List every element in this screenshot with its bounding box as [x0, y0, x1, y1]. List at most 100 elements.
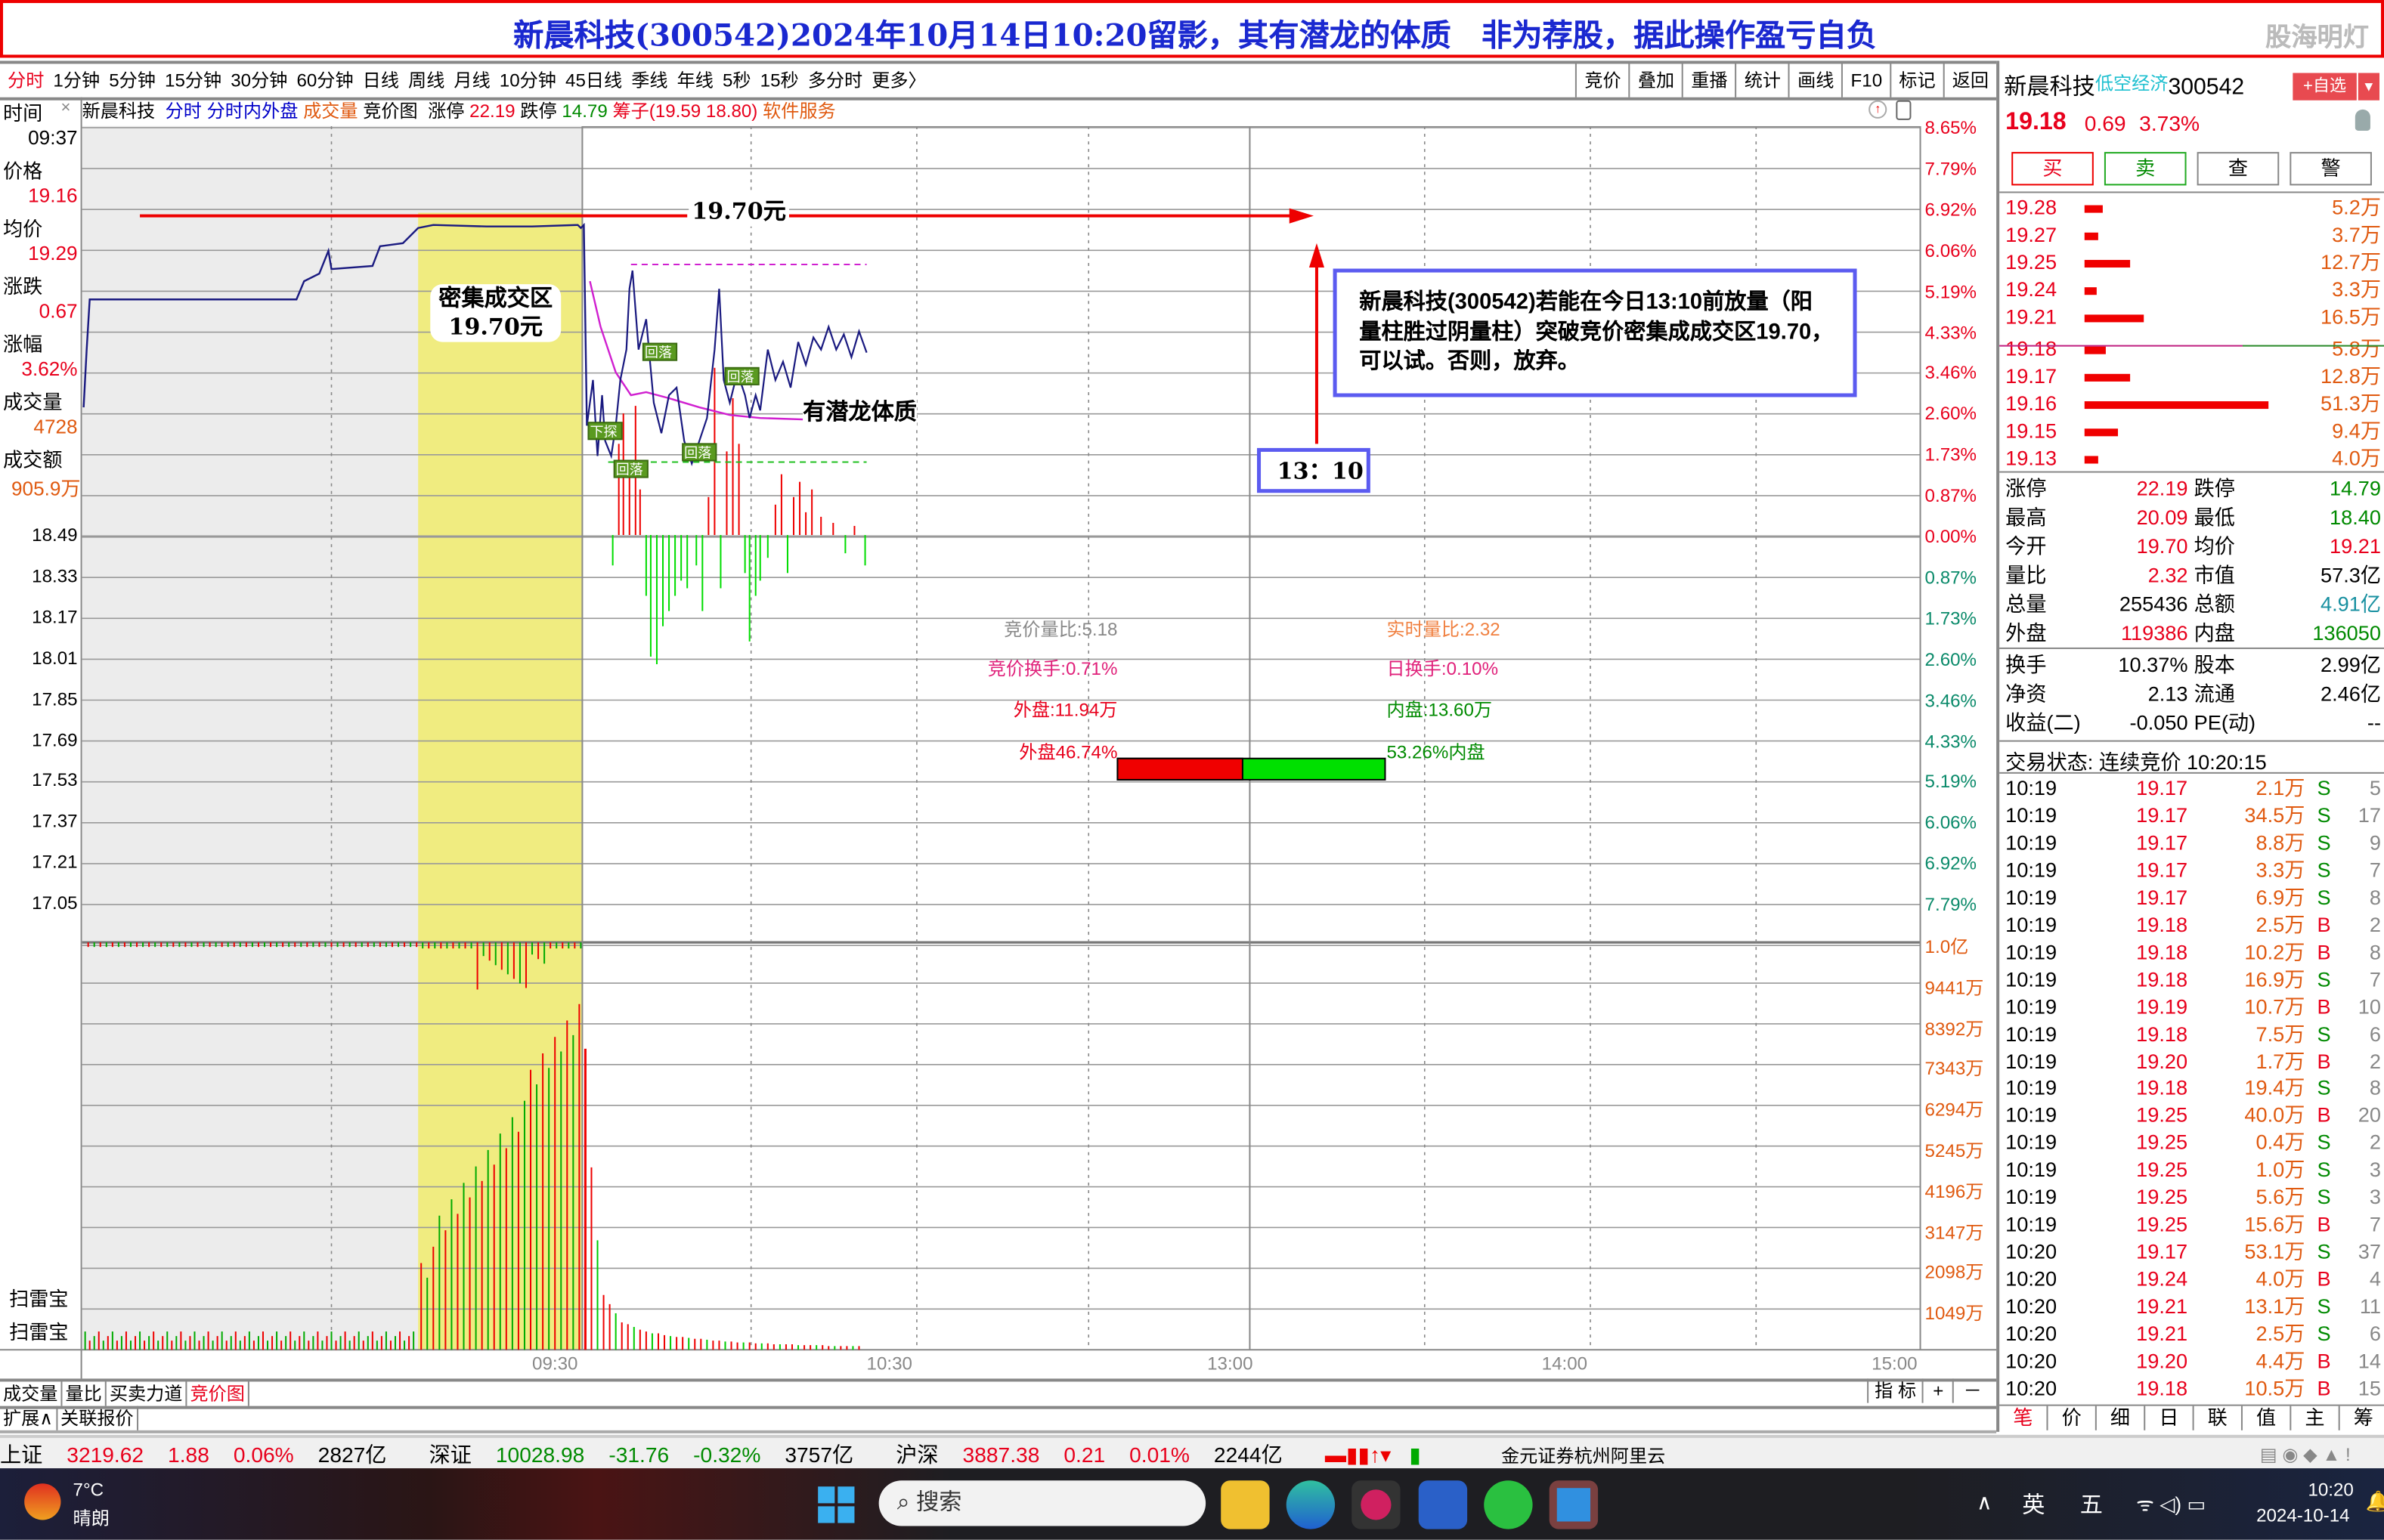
ime-language[interactable]: 英: [2022, 1488, 2045, 1520]
edge-browser-icon[interactable]: [1286, 1480, 1336, 1529]
trade-time: 10:20: [2005, 1267, 2057, 1291]
trade-time: 10:20: [2005, 1322, 2057, 1346]
word-icon[interactable]: [1418, 1480, 1468, 1529]
network-volume-battery-icons[interactable]: ᯤ ◁) ▭: [2136, 1489, 2206, 1517]
bid-row[interactable]: 19.15 9.4万: [2005, 418, 2381, 445]
level-volume: 5.2万: [2332, 196, 2382, 219]
bid-row[interactable]: 19.18 5.8万: [2005, 336, 2381, 363]
trade-side: B: [2317, 1267, 2331, 1291]
arrow-right-icon: [1289, 208, 1314, 224]
level-volume: 16.5万: [2320, 305, 2382, 329]
trade-count: 7: [2369, 967, 2382, 991]
notification-bell-icon[interactable]: 🔔: [2366, 1489, 2384, 1514]
windows-start-icon[interactable]: [818, 1486, 855, 1523]
alert-button[interactable]: 警: [2290, 152, 2372, 186]
stat-label: 量比: [2005, 564, 2047, 587]
bid-row[interactable]: 19.17 12.8万: [2005, 363, 2381, 391]
bell-icon[interactable]: [2355, 109, 2370, 131]
volume-tick: 2098万: [1924, 1262, 1984, 1284]
add-favorite-button[interactable]: +自选: [2293, 73, 2357, 101]
extension-tab[interactable]: 关联报价: [57, 1405, 138, 1430]
trade-count: 9: [2369, 831, 2382, 855]
indicator-tab[interactable]: 竞价图: [187, 1381, 250, 1406]
pattern-marker-label: 回落: [616, 462, 643, 478]
wechat-icon[interactable]: [1484, 1480, 1533, 1529]
indicator-tab[interactable]: 量比: [63, 1381, 107, 1406]
taskbar-search[interactable]: ⌕ 搜索: [878, 1480, 1206, 1526]
realtime-volume-ratio: 实时量比:2.32: [1386, 618, 1500, 640]
trade-count: 6: [2369, 1322, 2382, 1346]
detail-tab[interactable]: 筹: [2340, 1406, 2384, 1430]
clock-time[interactable]: 10:20: [2308, 1479, 2353, 1500]
indicator-button[interactable]: 指 标: [1867, 1378, 1922, 1403]
pct-tick: 1.73%: [1924, 608, 1977, 629]
buy-button[interactable]: 买: [2011, 152, 2094, 186]
target-price-label: 19.70元: [689, 194, 789, 227]
trade-volume: 3.3万: [2256, 858, 2305, 882]
detail-tab[interactable]: 细: [2097, 1405, 2146, 1430]
ask-row[interactable]: 19.28 5.2万: [2005, 194, 2381, 221]
concept-tag[interactable]: 低空经济: [2095, 73, 2169, 94]
stat-value: 14.79: [2330, 477, 2382, 500]
ask-row[interactable]: 19.24 3.3万: [2005, 277, 2381, 304]
index-hs[interactable]: 沪深 3887.38 0.21 0.01% 2244亿: [896, 1443, 1301, 1467]
detail-tab[interactable]: 主: [2291, 1405, 2340, 1430]
bid-row[interactable]: 19.16 51.3万: [2005, 391, 2381, 418]
trade-row: 10:19 19.19 10.7万 B 10: [2005, 994, 2381, 1021]
search-icon: ⌕: [896, 1489, 910, 1516]
stat-value: 4.91亿: [2320, 592, 2382, 616]
trade-row: 10:19 19.18 10.2万 B 8: [2005, 939, 2381, 966]
photos-app-icon[interactable]: [1549, 1480, 1599, 1529]
stat-value: 19.70: [2136, 535, 2188, 558]
ime-mode[interactable]: 五: [2080, 1488, 2103, 1520]
trade-side: S: [2317, 831, 2331, 855]
favorite-dropdown-icon[interactable]: ▼: [2358, 73, 2379, 101]
auction-turnover: 竞价换手:0.71%: [987, 657, 1118, 680]
pct-tick: 6.06%: [1924, 240, 1977, 261]
level-volume-bar: [2084, 346, 2106, 354]
trade-row: 10:19 19.18 7.5万 S 6: [2005, 1021, 2381, 1048]
stat-value: 119386: [2120, 621, 2188, 645]
ask-row[interactable]: 19.25 12.7万: [2005, 249, 2381, 277]
zoom-in-button[interactable]: +: [1922, 1378, 1952, 1403]
time-tick: 13:00: [1207, 1353, 1253, 1375]
file-explorer-icon[interactable]: [1221, 1480, 1270, 1529]
zoom-out-button[interactable]: －: [1952, 1378, 1990, 1403]
trading-app-icon[interactable]: [1351, 1480, 1401, 1529]
level-volume-bar: [2084, 232, 2098, 240]
trade-time: 10:20: [2005, 1294, 2057, 1319]
price-change-pct: 3.73%: [2139, 110, 2200, 136]
chevron-up-icon[interactable]: ∧: [1977, 1489, 1992, 1515]
detail-tab[interactable]: 笔: [1999, 1405, 2048, 1430]
pct-tick: 0.87%: [1924, 484, 1977, 507]
query-button[interactable]: 查: [2197, 152, 2280, 186]
trade-row: 10:20 19.18 10.5万 B 15: [2005, 1375, 2381, 1402]
market-index-bar: 上证 3219.62 1.88 0.06% 2827亿 深证 10028.98 …: [0, 1434, 2384, 1472]
index-sz[interactable]: 深证 10028.98 -31.76 -0.32% 3757亿: [429, 1443, 872, 1467]
level-volume: 12.7万: [2320, 250, 2382, 274]
trade-volume: 15.6万: [2244, 1213, 2305, 1236]
volume-tick: 9441万: [1924, 976, 1984, 999]
detail-tab[interactable]: 值: [2243, 1405, 2292, 1430]
index-sh[interactable]: 上证 3219.62 1.88 0.06% 2827亿: [0, 1443, 405, 1467]
weather-icon[interactable]: [24, 1483, 61, 1520]
indicator-tab[interactable]: 成交量: [0, 1381, 63, 1406]
bid-row[interactable]: 19.13 4.0万: [2005, 445, 2381, 472]
stat-row: 总量 255436 总额 4.91亿: [2005, 591, 2381, 618]
detail-tab[interactable]: 价: [2048, 1405, 2097, 1430]
level-volume: 3.7万: [2332, 223, 2382, 246]
ask-row[interactable]: 19.27 3.7万: [2005, 222, 2381, 249]
trade-volume: 7.5万: [2256, 1022, 2305, 1046]
detail-tab[interactable]: 日: [2145, 1405, 2194, 1430]
clock-date[interactable]: 2024-10-14: [2256, 1504, 2349, 1526]
extension-tab[interactable]: 扩展∧: [0, 1405, 58, 1430]
trade-row: 10:20 19.24 4.0万 B 4: [2005, 1266, 2381, 1294]
detail-tab[interactable]: 联: [2194, 1405, 2243, 1430]
level-price: 19.18: [2005, 337, 2057, 360]
ask-row[interactable]: 19.21 16.5万: [2005, 304, 2381, 331]
sell-button[interactable]: 卖: [2104, 152, 2187, 186]
trade-side: B: [2317, 1213, 2331, 1236]
trade-side: B: [2317, 1049, 2331, 1073]
indicator-tab[interactable]: 买卖力道: [107, 1381, 187, 1406]
status-icons: ▤ ◉ ◆ ▲ !: [2259, 1443, 2351, 1466]
